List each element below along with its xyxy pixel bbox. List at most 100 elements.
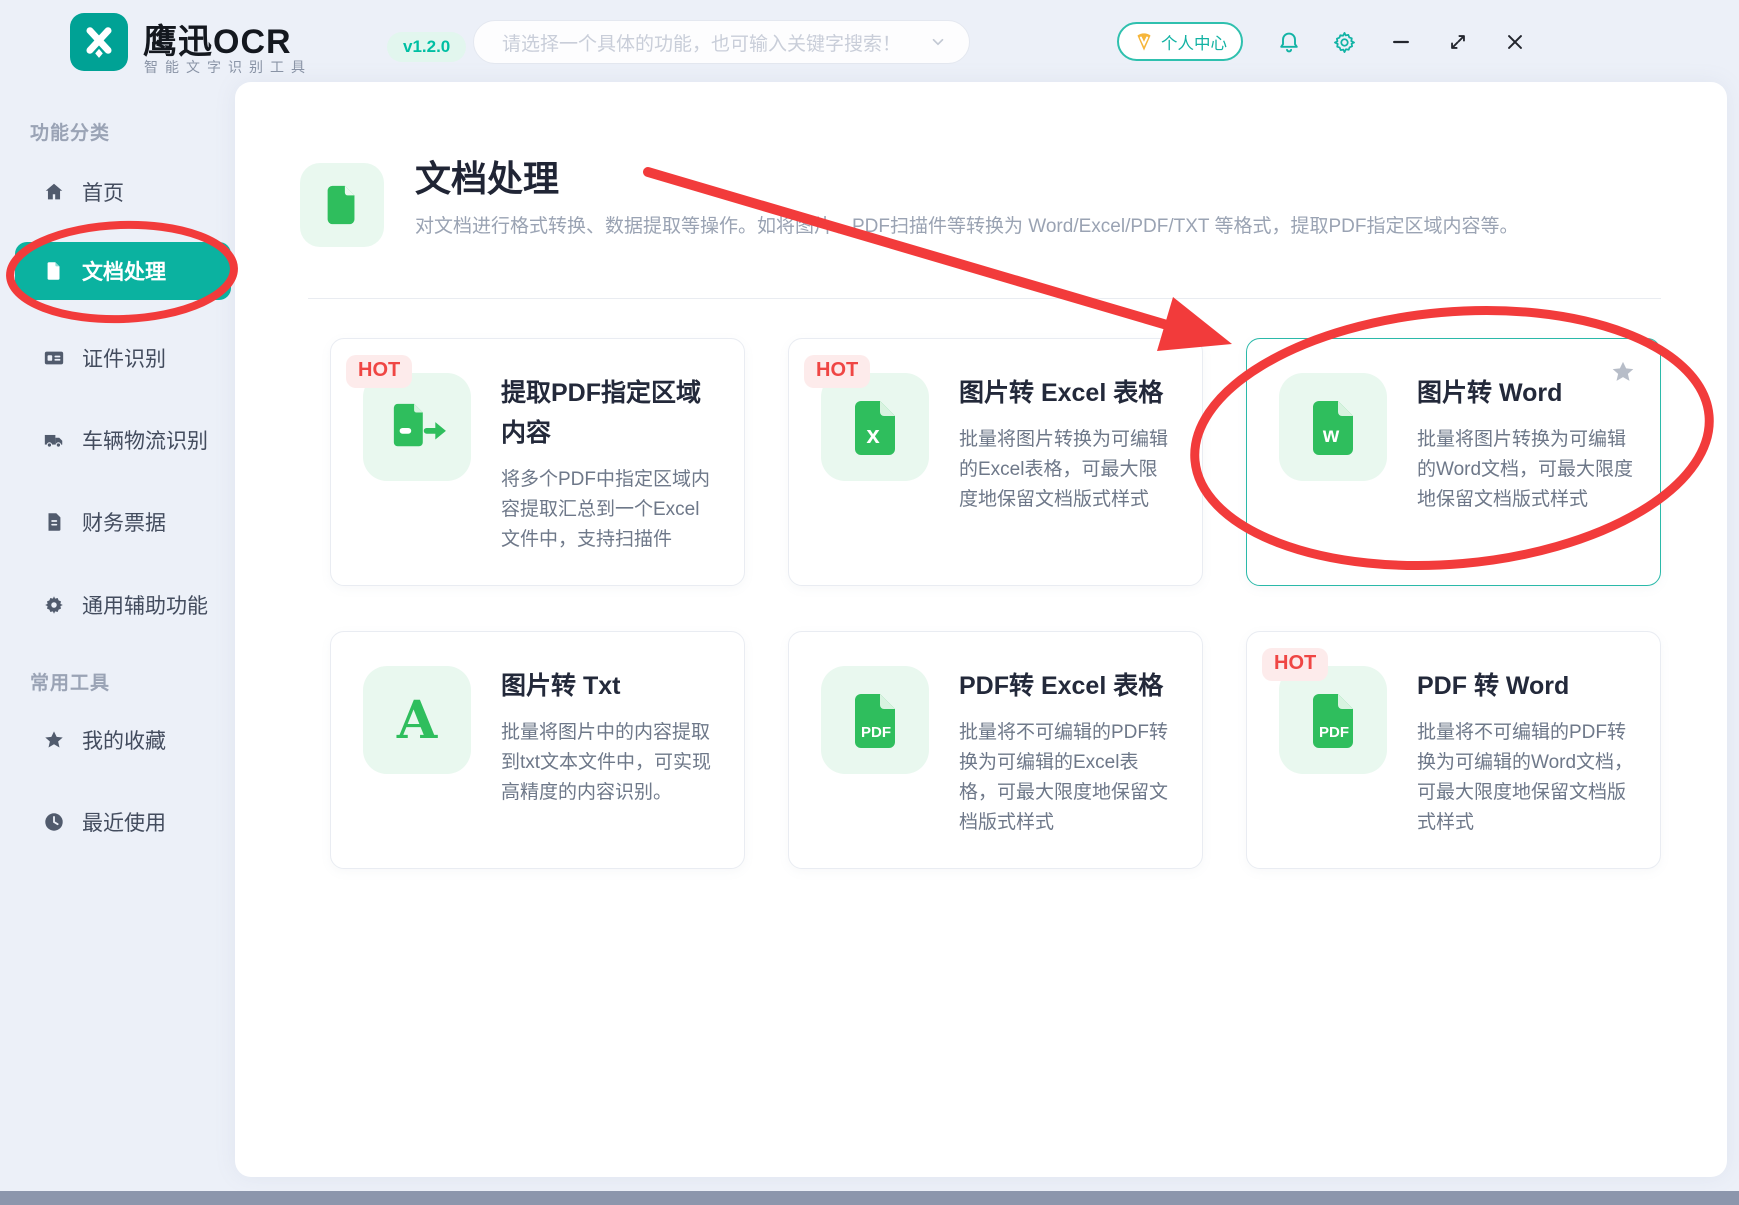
app-subtitle: 智能文字识别工具 bbox=[144, 57, 312, 77]
user-center-label: 个人中心 bbox=[1161, 30, 1227, 54]
sidebar-item-home[interactable]: 首页 bbox=[15, 163, 231, 221]
title-bar: 鹰迅OCR 智能文字识别工具 v1.2.0 请选择一个具体的功能，也可输入关键字… bbox=[0, 0, 1739, 82]
hot-badge: HOT bbox=[1262, 648, 1328, 681]
card-description: 批量将不可编辑的PDF转换为可编辑的Excel表格，可最大限度地保留文档版式样式 bbox=[959, 718, 1176, 838]
card-description: 批量将图片转换为可编辑的Word文档，可最大限度地保留文档版式样式 bbox=[1417, 425, 1634, 515]
clock-icon bbox=[43, 811, 65, 833]
version-badge: v1.2.0 bbox=[387, 32, 466, 62]
sidebar-item-recent[interactable]: 最近使用 bbox=[15, 793, 231, 851]
gear-icon bbox=[1332, 30, 1357, 55]
sidebar-item-vehicle-logistics[interactable]: 车辆物流识别 bbox=[15, 411, 231, 469]
pdf-file-icon: PDF bbox=[1309, 692, 1357, 748]
card-image-to-word[interactable]: w 图片转 Word 批量将图片转换为可编辑的Word文档，可最大限度地保留文档… bbox=[1246, 338, 1661, 586]
card-image-to-excel[interactable]: HOT x 图片转 Excel 表格 批量将图片转换为可编辑的Excel表格，可… bbox=[788, 338, 1203, 586]
sidebar-item-label: 最近使用 bbox=[82, 807, 166, 837]
minimize-icon bbox=[1390, 31, 1412, 53]
sidebar-section-categories: 功能分类 bbox=[30, 118, 110, 145]
function-search-input[interactable]: 请选择一个具体的功能，也可输入关键字搜索！ bbox=[473, 20, 970, 64]
chevron-down-icon bbox=[929, 33, 947, 51]
word-file-icon: w bbox=[1309, 399, 1357, 455]
card-title: 图片转 Txt bbox=[501, 666, 718, 706]
card-description: 将多个PDF中指定区域内容提取汇总到一个Excel文件中，支持扫描件 bbox=[501, 465, 718, 555]
card-description: 批量将图片转换为可编辑的Excel表格，可最大限度地保留文档版式样式 bbox=[959, 425, 1176, 515]
close-button[interactable] bbox=[1502, 29, 1528, 55]
card-title: 提取PDF指定区域内容 bbox=[501, 373, 718, 453]
sidebar-item-label: 财务票据 bbox=[82, 507, 166, 537]
card-title: PDF转 Excel 表格 bbox=[959, 666, 1176, 706]
sidebar-item-general-tools[interactable]: 通用辅助功能 bbox=[15, 576, 231, 634]
home-icon bbox=[43, 181, 65, 203]
svg-text:w: w bbox=[1322, 424, 1340, 447]
page-title: 文档处理 bbox=[415, 150, 559, 202]
letter-a-icon: A bbox=[387, 690, 447, 750]
card-text: 图片转 Word 批量将图片转换为可编辑的Word文档，可最大限度地保留文档版式… bbox=[1417, 373, 1634, 555]
card-text: 图片转 Excel 表格 批量将图片转换为可编辑的Excel表格，可最大限度地保… bbox=[959, 373, 1176, 555]
card-icon-tile: A bbox=[363, 666, 471, 774]
star-icon bbox=[43, 729, 65, 751]
svg-text:PDF: PDF bbox=[1319, 724, 1349, 741]
notifications-button[interactable] bbox=[1276, 29, 1302, 55]
sidebar-item-label: 文档处理 bbox=[82, 256, 166, 286]
minimize-button[interactable] bbox=[1388, 29, 1414, 55]
svg-text:A: A bbox=[396, 690, 438, 750]
vip-badge-icon bbox=[1133, 31, 1155, 53]
hot-badge: HOT bbox=[346, 355, 412, 388]
card-image-to-txt[interactable]: A 图片转 Txt 批量将图片中的内容提取到txt文本文件中，可实现高精度的内容… bbox=[330, 631, 745, 869]
resize-icon bbox=[1447, 31, 1469, 53]
sidebar-item-label: 我的收藏 bbox=[82, 725, 166, 755]
hot-badge: HOT bbox=[804, 355, 870, 388]
bell-icon bbox=[1277, 30, 1301, 54]
app-name: 鹰迅OCR bbox=[143, 14, 292, 63]
card-extract-pdf-region[interactable]: HOT 提取PDF指定区域内容 将多个PDF中指定区域内容提取汇总到一个Exce… bbox=[330, 338, 745, 586]
sidebar-item-favorites[interactable]: 我的收藏 bbox=[15, 711, 231, 769]
maximize-button[interactable] bbox=[1445, 29, 1471, 55]
excel-file-icon: x bbox=[851, 399, 899, 455]
header-divider bbox=[308, 298, 1661, 299]
id-card-icon bbox=[43, 347, 65, 369]
user-center-button[interactable]: 个人中心 bbox=[1117, 22, 1243, 61]
document-green-icon bbox=[319, 182, 365, 228]
card-title: PDF 转 Word bbox=[1417, 666, 1634, 706]
card-pdf-to-word[interactable]: HOT PDF PDF 转 Word 批量将不可编辑的PDF转换为可编辑的Wor… bbox=[1246, 631, 1661, 869]
invoice-icon bbox=[43, 511, 65, 533]
card-title: 图片转 Word bbox=[1417, 373, 1634, 413]
category-icon-tile bbox=[300, 163, 384, 247]
card-icon-tile: HOT PDF bbox=[1279, 666, 1387, 774]
logo-x-icon bbox=[77, 20, 121, 64]
svg-text:x: x bbox=[866, 422, 880, 449]
feature-card-grid: HOT 提取PDF指定区域内容 将多个PDF中指定区域内容提取汇总到一个Exce… bbox=[330, 338, 1661, 869]
card-description: 批量将不可编辑的PDF转换为可编辑的Word文档，可最大限度地保留文档版式样式 bbox=[1417, 718, 1634, 838]
sidebar-item-financial-receipts[interactable]: 财务票据 bbox=[15, 493, 231, 551]
card-icon-tile: w bbox=[1279, 373, 1387, 481]
favorite-star-icon[interactable] bbox=[1610, 359, 1636, 385]
page-description: 对文档进行格式转换、数据提取等操作。如将图片、PDF扫描件等转换为 Word/E… bbox=[415, 211, 1665, 238]
document-icon bbox=[43, 260, 65, 282]
sidebar-item-label: 首页 bbox=[82, 177, 124, 207]
sidebar-item-label: 车辆物流识别 bbox=[82, 425, 208, 455]
close-icon bbox=[1504, 31, 1526, 53]
card-text: PDF 转 Word 批量将不可编辑的PDF转换为可编辑的Word文档，可最大限… bbox=[1417, 666, 1634, 838]
sidebar-item-label: 证件识别 bbox=[82, 343, 166, 373]
card-pdf-to-excel[interactable]: PDF PDF转 Excel 表格 批量将不可编辑的PDF转换为可编辑的Exce… bbox=[788, 631, 1203, 869]
card-icon-tile: PDF bbox=[821, 666, 929, 774]
card-icon-tile: HOT bbox=[363, 373, 471, 481]
card-text: 图片转 Txt 批量将图片中的内容提取到txt文本文件中，可实现高精度的内容识别… bbox=[501, 666, 718, 838]
card-text: PDF转 Excel 表格 批量将不可编辑的PDF转换为可编辑的Excel表格，… bbox=[959, 666, 1176, 838]
window-bottom-edge bbox=[0, 1191, 1739, 1205]
pdf-file-icon: PDF bbox=[851, 692, 899, 748]
card-description: 批量将图片中的内容提取到txt文本文件中，可实现高精度的内容识别。 bbox=[501, 718, 718, 808]
sidebar-item-id-recognition[interactable]: 证件识别 bbox=[15, 329, 231, 387]
app-logo bbox=[70, 13, 128, 71]
sidebar-item-label: 通用辅助功能 bbox=[82, 590, 208, 620]
card-icon-tile: HOT x bbox=[821, 373, 929, 481]
settings-button[interactable] bbox=[1331, 29, 1357, 55]
sidebar-section-common-tools: 常用工具 bbox=[30, 668, 110, 695]
svg-text:PDF: PDF bbox=[861, 724, 891, 741]
sidebar-item-document-processing[interactable]: 文档处理 bbox=[15, 242, 231, 300]
card-title: 图片转 Excel 表格 bbox=[959, 373, 1176, 413]
gear-icon bbox=[43, 594, 65, 616]
truck-icon bbox=[43, 429, 65, 451]
search-placeholder: 请选择一个具体的功能，也可输入关键字搜索！ bbox=[502, 29, 929, 56]
file-export-icon bbox=[386, 400, 448, 454]
card-text: 提取PDF指定区域内容 将多个PDF中指定区域内容提取汇总到一个Excel文件中… bbox=[501, 373, 718, 555]
